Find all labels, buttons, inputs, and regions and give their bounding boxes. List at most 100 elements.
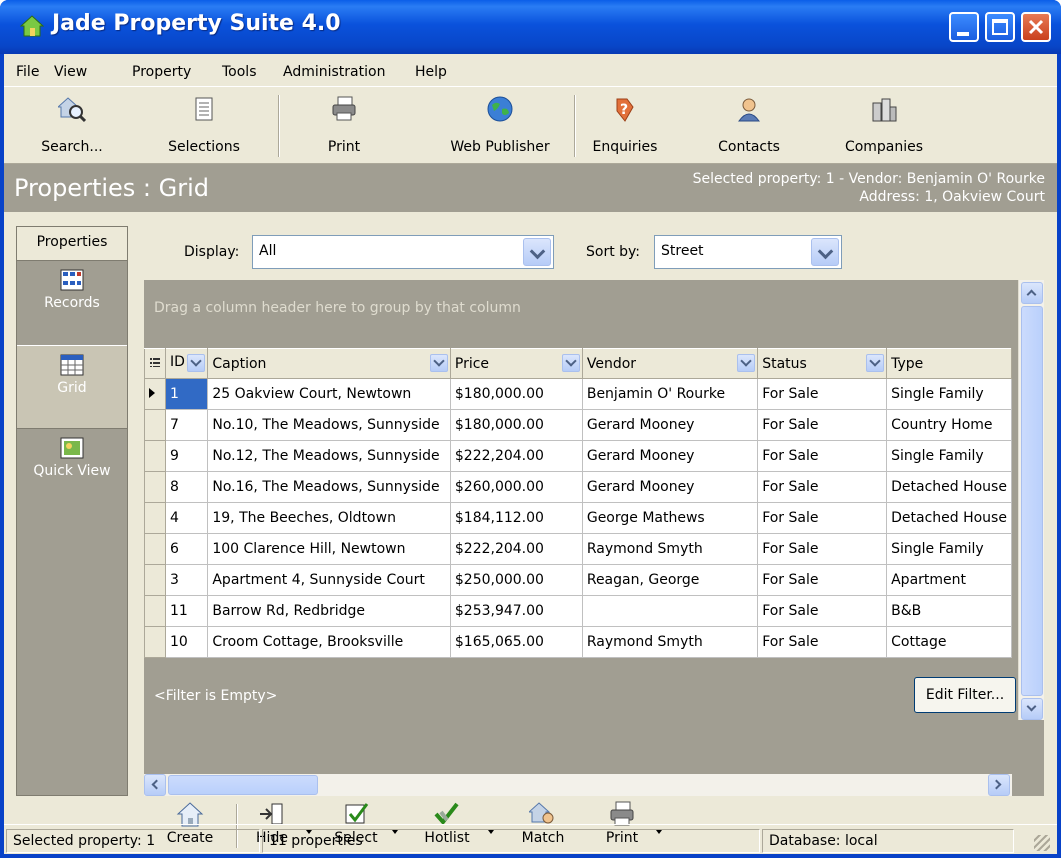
chevron-down-icon[interactable] <box>737 354 756 372</box>
column-header-vendor[interactable]: Vendor <box>581 348 759 379</box>
edit-filter-button[interactable]: Edit Filter... <box>914 677 1016 713</box>
row-indicator[interactable] <box>144 626 166 658</box>
web-publisher-button[interactable]: Web Publisher <box>440 87 560 163</box>
cell-price[interactable]: $184,112.00 <box>449 502 583 534</box>
cell-id[interactable]: 8 <box>164 471 209 503</box>
cell-price[interactable]: $180,000.00 <box>449 378 583 410</box>
cell-price[interactable]: $253,947.00 <box>449 595 583 627</box>
table-row[interactable]: 7 No.10, The Meadows, Sunnyside $180,000.0… <box>144 409 1012 441</box>
menu-help[interactable]: Help <box>415 64 447 80</box>
cell-price[interactable]: $222,204.00 <box>449 533 583 565</box>
scroll-left-button[interactable] <box>144 774 166 796</box>
cell-type[interactable]: Country Home <box>886 409 1012 441</box>
cell-type[interactable]: Single Family <box>886 533 1012 565</box>
search-button[interactable]: Search... <box>32 87 112 163</box>
enquiries-button[interactable]: ? Enquiries <box>580 87 670 163</box>
chevron-down-icon[interactable] <box>523 238 551 266</box>
cell-id[interactable]: 9 <box>164 440 209 472</box>
cell-price[interactable]: $180,000.00 <box>449 409 583 441</box>
cell-type[interactable]: Detached House <box>886 502 1012 534</box>
column-chooser[interactable] <box>144 348 166 379</box>
chevron-down-icon[interactable] <box>811 238 839 266</box>
cell-type[interactable]: Apartment <box>886 564 1012 596</box>
table-row[interactable]: 8 No.16, The Meadows, Sunnyside $260,000.0… <box>144 471 1012 503</box>
cell-price[interactable]: $165,065.00 <box>449 626 583 658</box>
cell-vendor[interactable]: George Mathews <box>581 502 759 534</box>
cell-price[interactable]: $250,000.00 <box>449 564 583 596</box>
table-row[interactable]: 10 Croom Cottage, Brooksville $165,065.00 R… <box>144 626 1012 658</box>
cell-caption[interactable]: No.12, The Meadows, Sunnyside <box>207 440 451 472</box>
table-row[interactable]: 9 No.12, The Meadows, Sunnyside $222,204.0… <box>144 440 1012 472</box>
column-header-price[interactable]: Price <box>449 348 583 379</box>
display-select[interactable]: All <box>252 235 554 269</box>
cell-vendor[interactable] <box>581 595 759 627</box>
sidebar-item-quick-view[interactable]: Quick View <box>17 429 127 513</box>
column-header-id[interactable]: ID <box>164 348 209 379</box>
row-indicator[interactable] <box>144 471 166 503</box>
cell-type[interactable]: Single Family <box>886 440 1012 472</box>
chevron-down-icon[interactable] <box>866 354 885 372</box>
cell-status[interactable]: For Sale <box>757 378 888 410</box>
minimize-button[interactable] <box>949 12 979 42</box>
maximize-button[interactable] <box>985 12 1015 42</box>
menu-tools[interactable]: Tools <box>222 64 257 80</box>
cell-caption[interactable]: Croom Cottage, Brooksville <box>207 626 451 658</box>
menu-administration[interactable]: Administration <box>283 64 385 80</box>
sidebar-item-records[interactable]: Records <box>17 261 127 345</box>
cell-price[interactable]: $222,204.00 <box>449 440 583 472</box>
cell-id[interactable]: 4 <box>164 502 209 534</box>
table-row[interactable]: 3 Apartment 4, Sunnyside Court $250,000.00… <box>144 564 1012 596</box>
column-header-status[interactable]: Status <box>757 348 888 379</box>
row-indicator[interactable] <box>144 409 166 441</box>
cell-vendor[interactable]: Gerard Mooney <box>581 409 759 441</box>
cell-vendor[interactable]: Gerard Mooney <box>581 440 759 472</box>
horizontal-scrollbar[interactable] <box>144 774 1012 796</box>
cell-vendor[interactable]: Reagan, George <box>581 564 759 596</box>
row-indicator[interactable] <box>144 502 166 534</box>
scroll-thumb[interactable] <box>1021 306 1043 696</box>
contacts-button[interactable]: Contacts <box>704 87 794 163</box>
chevron-down-icon[interactable] <box>561 354 580 372</box>
menu-property[interactable]: Property <box>132 64 191 80</box>
row-indicator[interactable] <box>144 564 166 596</box>
cell-status[interactable]: For Sale <box>757 471 888 503</box>
cell-id[interactable]: 7 <box>164 409 209 441</box>
column-header-type[interactable]: Type <box>886 348 1012 379</box>
scroll-up-button[interactable] <box>1021 282 1043 304</box>
title-bar[interactable]: Jade Property Suite 4.0 <box>0 0 1061 54</box>
cell-status[interactable]: For Sale <box>757 409 888 441</box>
cell-caption[interactable]: 19, The Beeches, Oldtown <box>207 502 451 534</box>
sidebar-item-grid[interactable]: Grid <box>17 345 127 429</box>
table-row[interactable]: 11 Barrow Rd, Redbridge $253,947.00 For Sal… <box>144 595 1012 627</box>
table-row[interactable]: 4 19, The Beeches, Oldtown $184,112.00 Geor… <box>144 502 1012 534</box>
close-button[interactable] <box>1021 12 1051 42</box>
scroll-thumb[interactable] <box>168 775 318 795</box>
row-indicator[interactable] <box>144 533 166 565</box>
scroll-right-button[interactable] <box>988 774 1010 796</box>
cell-type[interactable]: Single Family <box>886 378 1012 410</box>
cell-type[interactable]: Detached House <box>886 471 1012 503</box>
chevron-down-icon[interactable] <box>429 354 448 372</box>
cell-id[interactable]: 10 <box>164 626 209 658</box>
cell-caption[interactable]: 100 Clarence Hill, Newtown <box>207 533 451 565</box>
cell-price[interactable]: $260,000.00 <box>449 471 583 503</box>
cell-vendor[interactable]: Benjamin O' Rourke <box>581 378 759 410</box>
cell-id[interactable]: 6 <box>164 533 209 565</box>
table-row[interactable]: 6 100 Clarence Hill, Newtown $222,204.00 Ra… <box>144 533 1012 565</box>
chevron-down-icon[interactable] <box>187 354 206 372</box>
group-by-panel[interactable]: Drag a column header here to group by th… <box>154 300 521 316</box>
table-row[interactable]: 1 25 Oakview Court, Newtown $180,000.00 Ben… <box>144 378 1012 410</box>
cell-id[interactable]: 1 <box>164 378 209 410</box>
resize-grip-icon[interactable] <box>1034 835 1050 851</box>
cell-status[interactable]: For Sale <box>757 502 888 534</box>
cell-status[interactable]: For Sale <box>757 533 888 565</box>
cell-vendor[interactable]: Raymond Smyth <box>581 626 759 658</box>
cell-status[interactable]: For Sale <box>757 595 888 627</box>
cell-type[interactable]: B&B <box>886 595 1012 627</box>
cell-vendor[interactable]: Raymond Smyth <box>581 533 759 565</box>
cell-status[interactable]: For Sale <box>757 626 888 658</box>
print-button[interactable]: Print <box>304 87 384 163</box>
cell-status[interactable]: For Sale <box>757 564 888 596</box>
row-indicator[interactable] <box>144 440 166 472</box>
cell-caption[interactable]: Barrow Rd, Redbridge <box>207 595 451 627</box>
